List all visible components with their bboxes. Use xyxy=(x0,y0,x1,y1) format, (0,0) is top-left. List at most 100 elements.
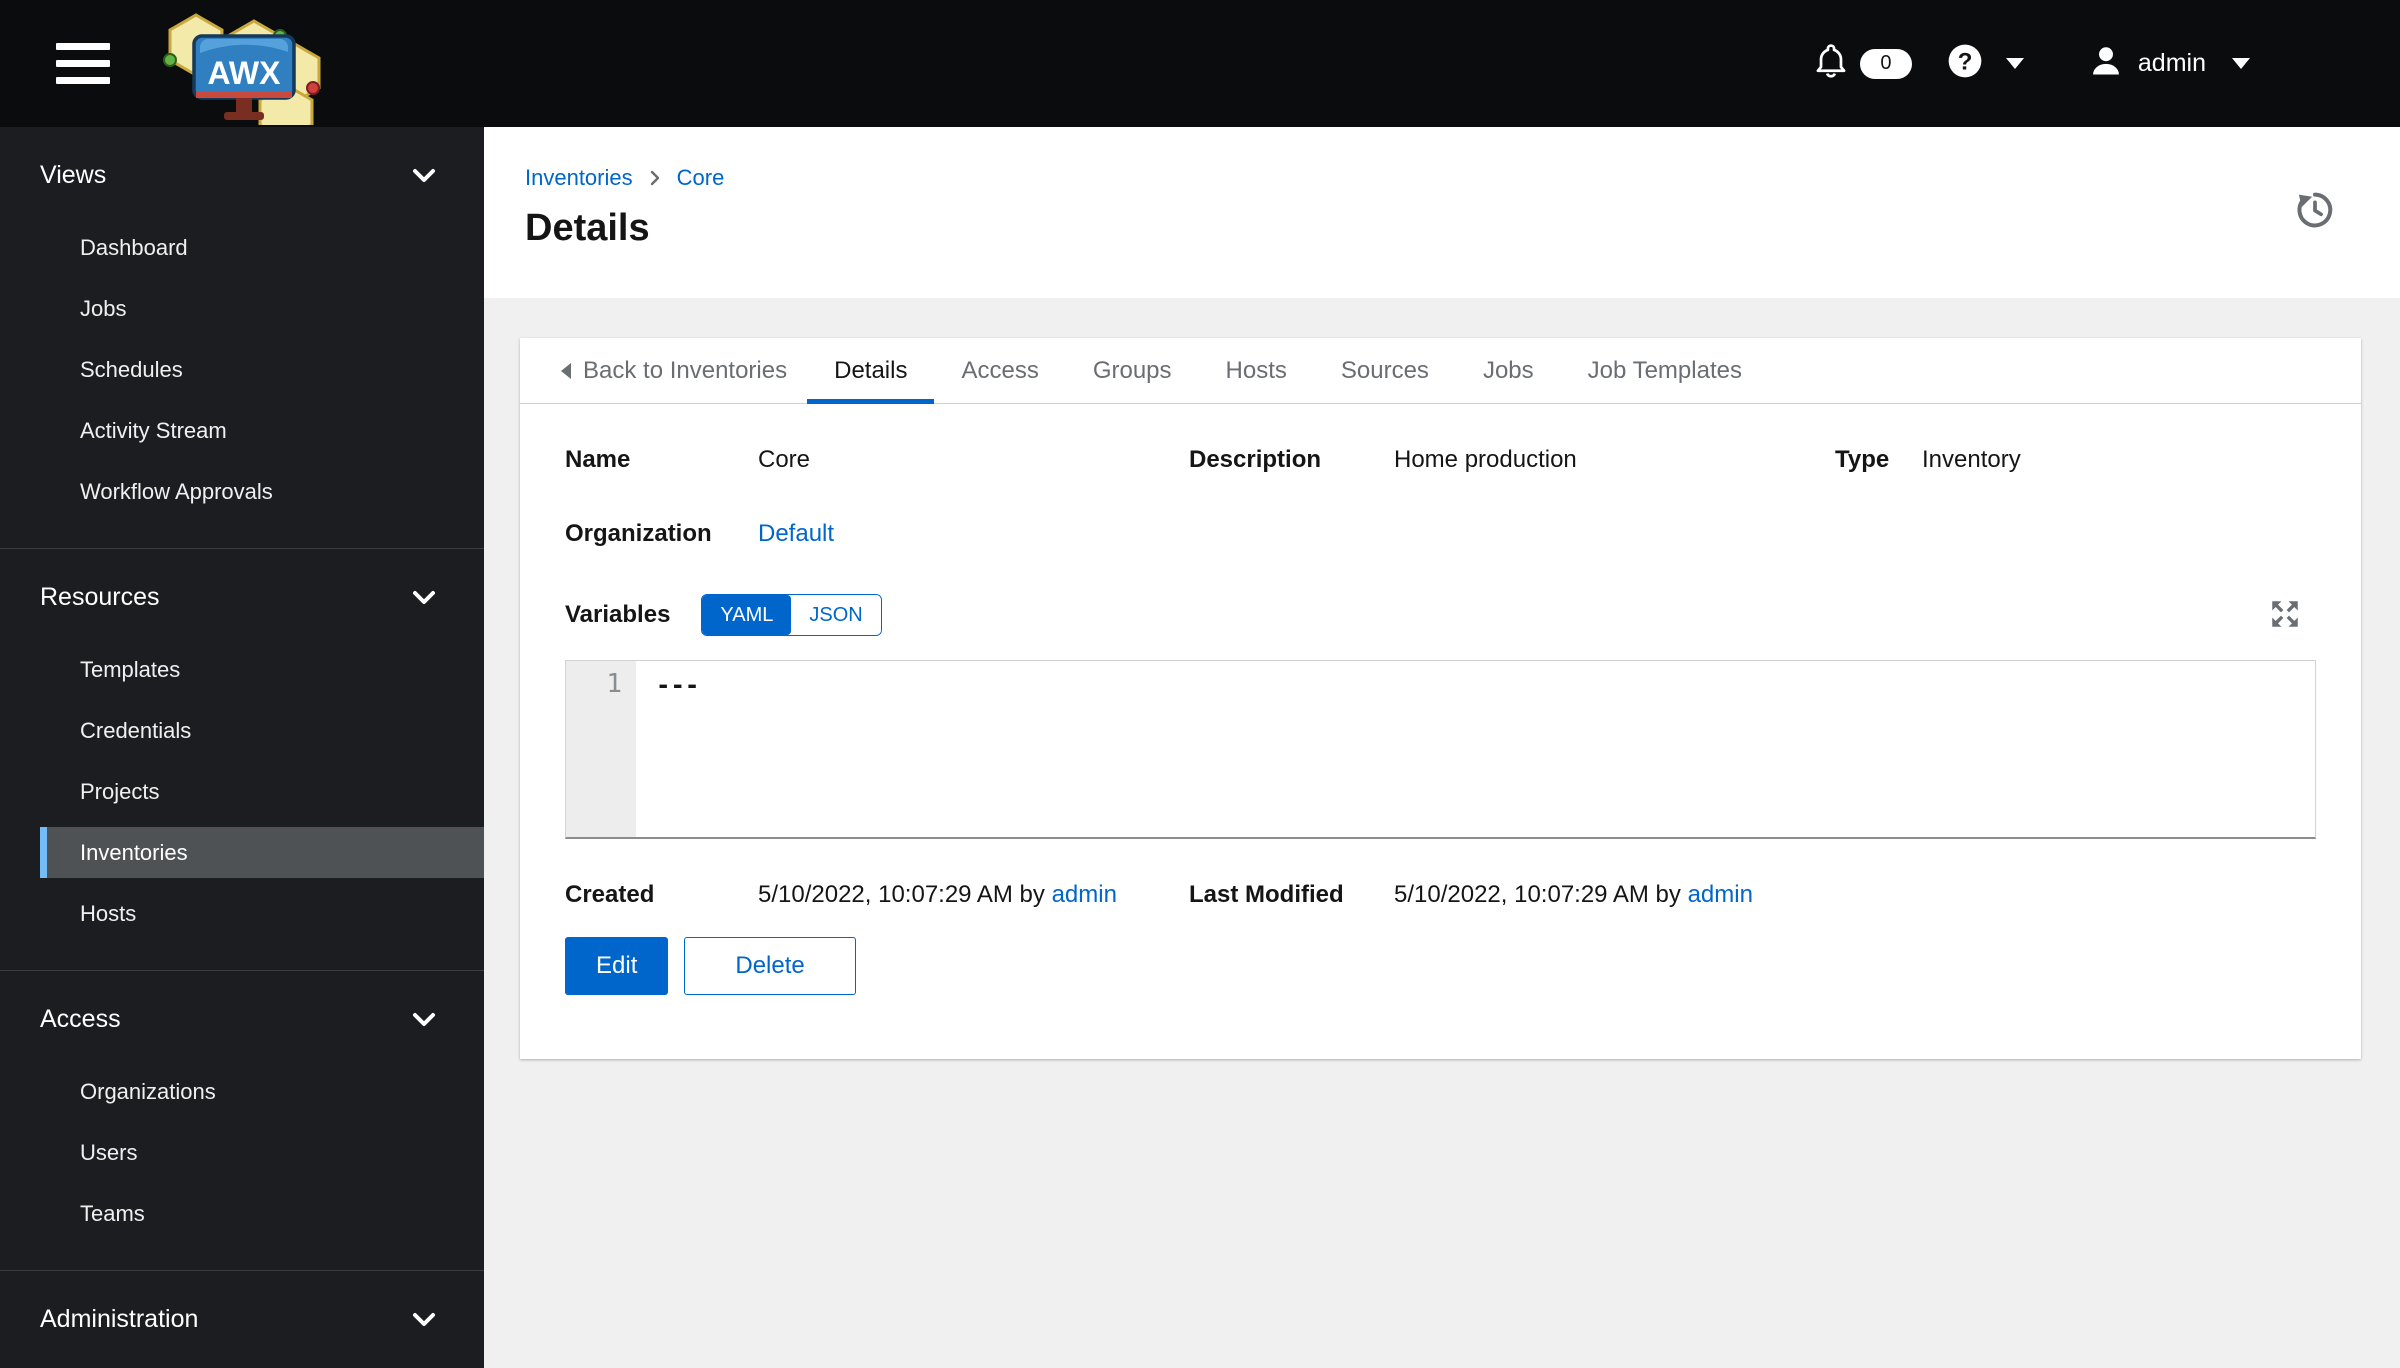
editor-content[interactable]: --- xyxy=(636,661,2315,837)
sidebar-item-dashboard[interactable]: Dashboard xyxy=(0,217,484,278)
variables-format-toggle: YAML JSON xyxy=(701,594,882,636)
last-modified-value: 5/10/2022, 10:07:29 AM by admin xyxy=(1394,881,1753,909)
help-dropdown-caret-icon[interactable] xyxy=(2005,58,2024,69)
nav-section-header-administration[interactable]: Administration xyxy=(0,1291,484,1347)
delete-button[interactable]: Delete xyxy=(684,937,856,995)
sidebar-item-teams[interactable]: Teams xyxy=(0,1183,484,1244)
last-modified-label: Last Modified xyxy=(1189,881,1344,908)
tab-sources[interactable]: Sources xyxy=(1314,338,1456,403)
nav-section-resources: Resources Templates Credentials Projects… xyxy=(0,548,484,970)
editor-line-number: 1 xyxy=(566,661,636,837)
nav-section-access: Access Organizations Users Teams xyxy=(0,970,484,1270)
json-toggle-button[interactable]: JSON xyxy=(791,595,881,635)
created-label: Created xyxy=(565,881,655,908)
nav-section-label: Access xyxy=(40,1004,121,1033)
description-label: Description xyxy=(1189,446,1322,473)
nav-section-label: Resources xyxy=(40,582,160,611)
type-value: Inventory xyxy=(1922,446,2021,473)
inventory-details-card: Back to Inventories Details Access Group… xyxy=(520,338,2361,1059)
last-modified-timestamp: 5/10/2022, 10:07:29 AM by xyxy=(1394,881,1681,908)
organization-label: Organization xyxy=(565,520,712,547)
nav-section-label: Administration xyxy=(40,1304,199,1333)
yaml-toggle-button[interactable]: YAML xyxy=(702,595,792,635)
field-last-modified: Last Modified 5/10/2022, 10:07:29 AM by … xyxy=(1189,881,2316,909)
chevron-down-icon xyxy=(413,1012,435,1026)
tab-back-to-inventories[interactable]: Back to Inventories xyxy=(541,338,807,403)
nav-section-label: Views xyxy=(40,160,107,189)
name-value: Core xyxy=(758,446,811,473)
sidebar-item-users[interactable]: Users xyxy=(0,1122,484,1183)
nav-section-administration: Administration xyxy=(0,1270,484,1368)
notifications-bell-icon[interactable] xyxy=(1812,42,1850,85)
field-description: Description Home production xyxy=(1189,446,1835,474)
variables-label: Variables xyxy=(565,601,671,628)
username-label[interactable]: admin xyxy=(2138,49,2206,78)
sidebar-item-inventories[interactable]: Inventories xyxy=(40,827,484,878)
page-title: Details xyxy=(525,207,650,249)
sidebar-item-organizations[interactable]: Organizations xyxy=(0,1061,484,1122)
nav-section-header-resources[interactable]: Resources xyxy=(0,569,484,625)
notifications-count-badge[interactable]: 0 xyxy=(1859,48,1912,79)
breadcrumb-chevron-icon xyxy=(650,170,659,186)
variables-code-editor[interactable]: 1 --- xyxy=(565,660,2316,839)
content-area: Back to Inventories Details Access Group… xyxy=(484,298,2400,1368)
topbar-actions: 0 ? admin xyxy=(1812,42,2250,85)
sidebar-item-projects[interactable]: Projects xyxy=(0,761,484,822)
nav-section-header-views[interactable]: Views xyxy=(0,147,484,203)
sidebar-item-templates[interactable]: Templates xyxy=(0,639,484,700)
name-label: Name xyxy=(565,446,631,473)
awx-logo-text: AWX xyxy=(208,55,282,91)
sidebar-item-schedules[interactable]: Schedules xyxy=(0,339,484,400)
sidebar-item-jobs[interactable]: Jobs xyxy=(0,278,484,339)
field-name: Name Core xyxy=(565,446,1189,474)
chevron-down-icon xyxy=(413,590,435,604)
created-by-admin-link[interactable]: admin xyxy=(1052,881,1117,908)
sidebar-navigation: Views Dashboard Jobs Schedules Activity … xyxy=(0,127,484,1368)
sidebar-item-activity-stream[interactable]: Activity Stream xyxy=(0,400,484,461)
awx-logo-graphic: AWX xyxy=(163,12,321,125)
nav-section-views: Views Dashboard Jobs Schedules Activity … xyxy=(0,127,484,548)
description-value: Home production xyxy=(1394,446,1577,473)
tab-bar: Back to Inventories Details Access Group… xyxy=(520,338,2361,404)
awx-app: AWX 0 ? admin Views Dashboard Jobs Sched… xyxy=(0,0,2400,1368)
modified-by-admin-link[interactable]: admin xyxy=(1688,881,1753,908)
tab-back-label: Back to Inventories xyxy=(583,356,788,384)
action-buttons: Edit Delete xyxy=(565,937,2316,995)
variables-row: Variables YAML JSON xyxy=(565,594,2316,636)
sidebar-item-hosts[interactable]: Hosts xyxy=(0,883,484,944)
details-panel: Name Core Description Home production Ty… xyxy=(520,404,2361,1059)
top-navigation-bar: AWX 0 ? admin xyxy=(0,0,2400,127)
created-value: 5/10/2022, 10:07:29 AM by admin xyxy=(758,881,1117,909)
field-type: Type Inventory xyxy=(1835,446,2316,474)
caret-left-icon xyxy=(561,362,571,379)
main-content: Inventories Core Details Back to Invento… xyxy=(484,127,2400,1368)
organization-link[interactable]: Default xyxy=(758,520,834,547)
tab-job-templates[interactable]: Job Templates xyxy=(1561,338,1769,403)
field-organization: Organization Default xyxy=(565,520,2316,548)
user-dropdown-caret-icon[interactable] xyxy=(2232,58,2250,69)
user-icon xyxy=(2088,43,2124,84)
created-timestamp: 5/10/2022, 10:07:29 AM by xyxy=(758,881,1045,908)
field-created: Created 5/10/2022, 10:07:29 AM by admin xyxy=(565,881,1189,909)
breadcrumb-core-link[interactable]: Core xyxy=(677,165,725,191)
breadcrumb-inventories-link[interactable]: Inventories xyxy=(525,165,633,191)
tab-groups[interactable]: Groups xyxy=(1066,338,1199,403)
tab-hosts[interactable]: Hosts xyxy=(1199,338,1314,403)
edit-button[interactable]: Edit xyxy=(565,937,669,995)
tab-details[interactable]: Details xyxy=(807,338,935,404)
svg-text:?: ? xyxy=(1957,48,1972,75)
help-icon[interactable]: ? xyxy=(1946,42,1984,85)
history-icon[interactable] xyxy=(2294,189,2336,234)
tab-access[interactable]: Access xyxy=(934,338,1065,403)
tab-jobs[interactable]: Jobs xyxy=(1456,338,1561,403)
nav-section-header-access[interactable]: Access xyxy=(0,991,484,1047)
awx-logo[interactable]: AWX xyxy=(136,0,331,127)
chevron-down-icon xyxy=(413,168,435,182)
expand-icon[interactable] xyxy=(2268,597,2302,634)
page-header: Inventories Core Details xyxy=(484,127,2400,298)
hamburger-menu-icon[interactable] xyxy=(56,43,110,84)
sidebar-item-workflow-approvals[interactable]: Workflow Approvals xyxy=(0,461,484,522)
chevron-down-icon xyxy=(413,1312,435,1326)
sidebar-item-credentials[interactable]: Credentials xyxy=(0,700,484,761)
breadcrumb: Inventories Core xyxy=(525,165,2340,191)
